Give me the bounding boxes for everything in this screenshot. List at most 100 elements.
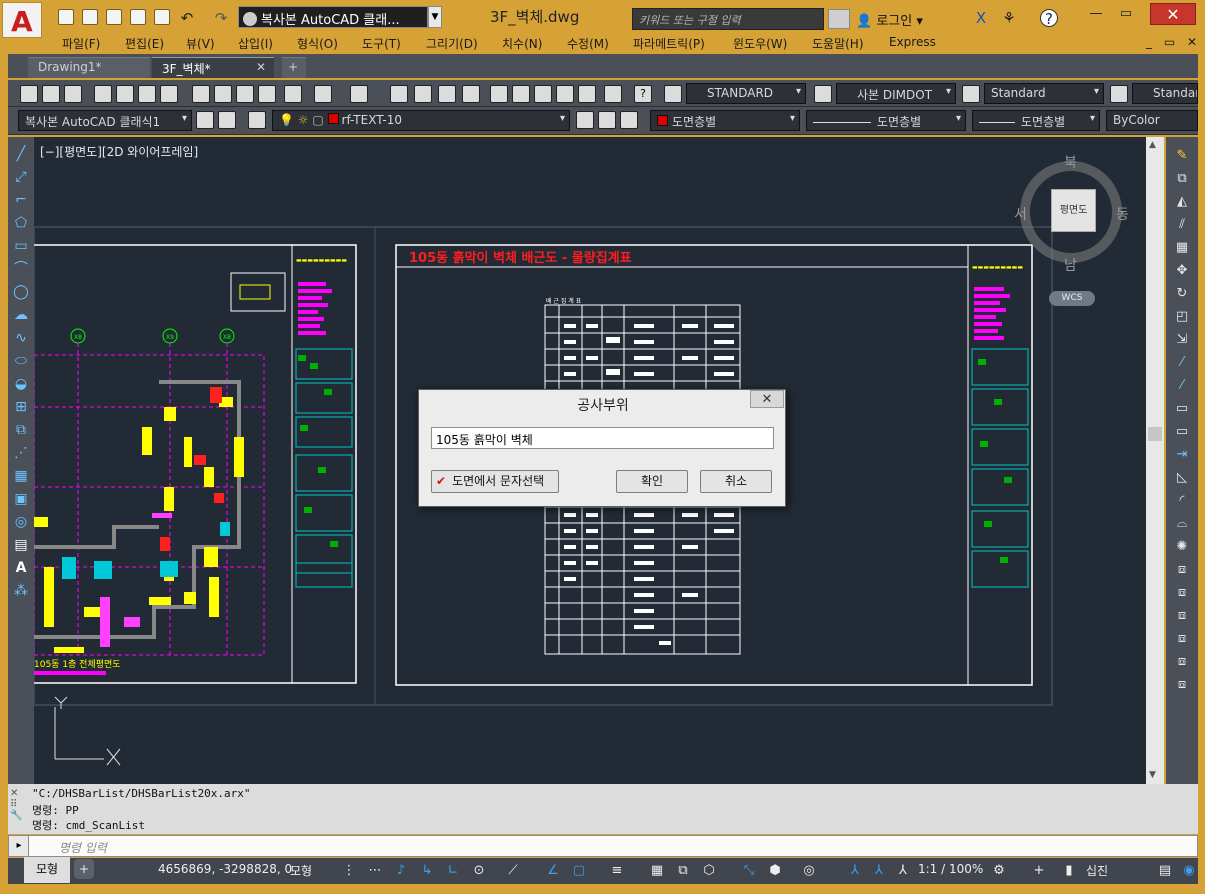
- help-icon[interactable]: ?: [634, 85, 652, 103]
- add-selected-icon[interactable]: ⁂: [12, 582, 30, 600]
- copy-object-icon[interactable]: ⧉: [1172, 170, 1192, 188]
- new-icon[interactable]: [58, 9, 74, 25]
- customize-icon[interactable]: [218, 111, 236, 129]
- zoom-realtime-icon[interactable]: [414, 85, 432, 103]
- menu-dimension[interactable]: 치수(N): [502, 35, 542, 52]
- viewcube-east[interactable]: 동: [1116, 204, 1129, 224]
- dim-style-combo[interactable]: 사본 DIMDOT ▾: [836, 83, 956, 104]
- wcs-menu[interactable]: WCS: [1049, 291, 1095, 306]
- open-icon[interactable]: [42, 85, 60, 103]
- menu-tools[interactable]: 도구(T): [362, 35, 401, 52]
- maximize-button[interactable]: ▭: [1112, 4, 1140, 24]
- gear-icon[interactable]: ⚙: [990, 862, 1008, 880]
- mleader-style-icon[interactable]: [1110, 85, 1128, 103]
- layer-properties-icon[interactable]: [248, 111, 266, 129]
- lineweight-icon[interactable]: ≡: [608, 862, 626, 880]
- polygon-icon[interactable]: ⬠: [12, 214, 30, 232]
- isodraft-icon[interactable]: ⟋: [504, 862, 522, 880]
- fillet-icon[interactable]: ◜: [1172, 492, 1192, 510]
- selection-cycling-icon[interactable]: ⧉: [674, 862, 692, 880]
- text-style-icon[interactable]: [664, 85, 682, 103]
- close-button[interactable]: ✕: [1150, 3, 1196, 25]
- login-button[interactable]: 👤 로그인 ▾: [852, 8, 962, 30]
- mleader-style-combo[interactable]: Standard: [1132, 83, 1198, 104]
- viewport-label[interactable]: [−][평면도][2D 와이어프레임]: [40, 143, 198, 160]
- offset-icon[interactable]: ⫽: [1172, 216, 1192, 234]
- construction-line-icon[interactable]: ⤢: [12, 168, 30, 186]
- scrollbar-thumb[interactable]: [1148, 427, 1162, 441]
- gizmo-icon[interactable]: ◎: [800, 862, 818, 880]
- revcloud-icon[interactable]: ☁: [12, 306, 30, 324]
- construction-part-input[interactable]: 105동 흙막이 벽체: [431, 427, 774, 449]
- text-style-combo[interactable]: STANDARD ▾: [686, 83, 806, 104]
- polyline-icon[interactable]: ⌐: [12, 191, 30, 209]
- menu-help[interactable]: 도움말(H): [812, 35, 864, 52]
- cut-icon[interactable]: [192, 85, 210, 103]
- layer-combo[interactable]: 💡 ☼ ▢ rf-TEXT-10 ▾: [272, 110, 570, 131]
- dynamic-ucs-icon[interactable]: ⤡: [740, 862, 758, 880]
- menu-express[interactable]: Express: [889, 35, 936, 49]
- draworder-above-icon[interactable]: ⧈: [1172, 607, 1192, 625]
- new-icon[interactable]: [20, 85, 38, 103]
- array-icon[interactable]: ▦: [1172, 239, 1192, 257]
- rectangle-icon[interactable]: ▭: [12, 237, 30, 255]
- plus-icon[interactable]: +: [1030, 862, 1048, 880]
- draworder-back-icon[interactable]: ⧈: [1172, 584, 1192, 602]
- units-display[interactable]: 십진: [1086, 862, 1108, 879]
- redo-icon[interactable]: [350, 85, 368, 103]
- undo-icon[interactable]: ↶: [178, 9, 196, 27]
- rotate-icon[interactable]: ↻: [1172, 285, 1192, 303]
- menu-insert[interactable]: 삽입(I): [238, 35, 273, 52]
- quick-properties-icon[interactable]: ▤: [1156, 862, 1174, 880]
- coordinate-display[interactable]: 4656869, -3298828, 0: [158, 862, 292, 876]
- command-prompt-icon[interactable]: ▸: [8, 835, 30, 857]
- model-space-toggle[interactable]: 모형: [290, 862, 312, 879]
- connect-icon[interactable]: ⚘: [1000, 9, 1018, 27]
- plotstyle-combo[interactable]: ByColor: [1106, 110, 1198, 131]
- blockeditor-icon[interactable]: [284, 85, 302, 103]
- command-input[interactable]: 명령 입력: [28, 835, 1198, 857]
- menu-edit[interactable]: 편집(E): [125, 35, 164, 52]
- calculator-icon[interactable]: [604, 85, 622, 103]
- hatch-icon[interactable]: ▦: [12, 467, 30, 485]
- menu-view[interactable]: 뷰(V): [186, 35, 215, 52]
- mirror-icon[interactable]: ◭: [1172, 193, 1192, 211]
- layer-previous-icon[interactable]: [598, 111, 616, 129]
- circle-icon[interactable]: ◯: [12, 283, 30, 301]
- scale-icon[interactable]: ◰: [1172, 308, 1192, 326]
- table-style-icon[interactable]: [962, 85, 980, 103]
- ellipse-arc-icon[interactable]: ◒: [12, 375, 30, 393]
- hatch-back-icon[interactable]: ⧈: [1172, 676, 1192, 694]
- properties-icon[interactable]: [490, 85, 508, 103]
- table-icon[interactable]: ▤: [12, 536, 30, 554]
- select-text-from-drawing-button[interactable]: ✔ 도면에서 문자선택: [431, 470, 559, 493]
- scroll-up-icon[interactable]: ▲: [1149, 140, 1156, 150]
- save-icon[interactable]: [106, 9, 122, 25]
- menu-file[interactable]: 파일(F): [62, 35, 100, 52]
- chevron-down-icon[interactable]: ▼: [428, 6, 442, 28]
- publish-icon[interactable]: [138, 85, 156, 103]
- color-combo[interactable]: 도면층별 ▾: [650, 110, 800, 131]
- mtext-icon[interactable]: A: [12, 559, 30, 577]
- break-icon[interactable]: ▭: [1172, 423, 1192, 441]
- open-icon[interactable]: [82, 9, 98, 25]
- move-icon[interactable]: ✥: [1172, 262, 1192, 280]
- line-icon[interactable]: ╱: [12, 145, 30, 163]
- annotation-scale-icon[interactable]: ⅄: [894, 862, 912, 880]
- text-front-icon[interactable]: ⧈: [1172, 653, 1192, 671]
- isolate-icon[interactable]: ▮: [1060, 862, 1078, 880]
- new-tab-button[interactable]: +: [282, 57, 306, 78]
- command-grip-icon[interactable]: ✕ ⠿ 🔧: [10, 788, 26, 828]
- cancel-button[interactable]: 취소: [700, 470, 772, 493]
- minimize-button[interactable]: —: [1082, 4, 1110, 24]
- preview-icon[interactable]: [116, 85, 134, 103]
- search-input[interactable]: 키워드 또는 구절 입력: [632, 8, 824, 30]
- draworder-under-icon[interactable]: ⧈: [1172, 630, 1192, 648]
- menu-draw[interactable]: 그리기(D): [426, 35, 478, 52]
- auto-scale-icon[interactable]: ⅄: [870, 862, 888, 880]
- stretch-icon[interactable]: ⇲: [1172, 331, 1192, 349]
- zoom-previous-icon[interactable]: [462, 85, 480, 103]
- gradient-icon[interactable]: ▣: [12, 490, 30, 508]
- spline-icon[interactable]: ∿: [12, 329, 30, 347]
- viewcube-south[interactable]: 남: [1064, 255, 1077, 275]
